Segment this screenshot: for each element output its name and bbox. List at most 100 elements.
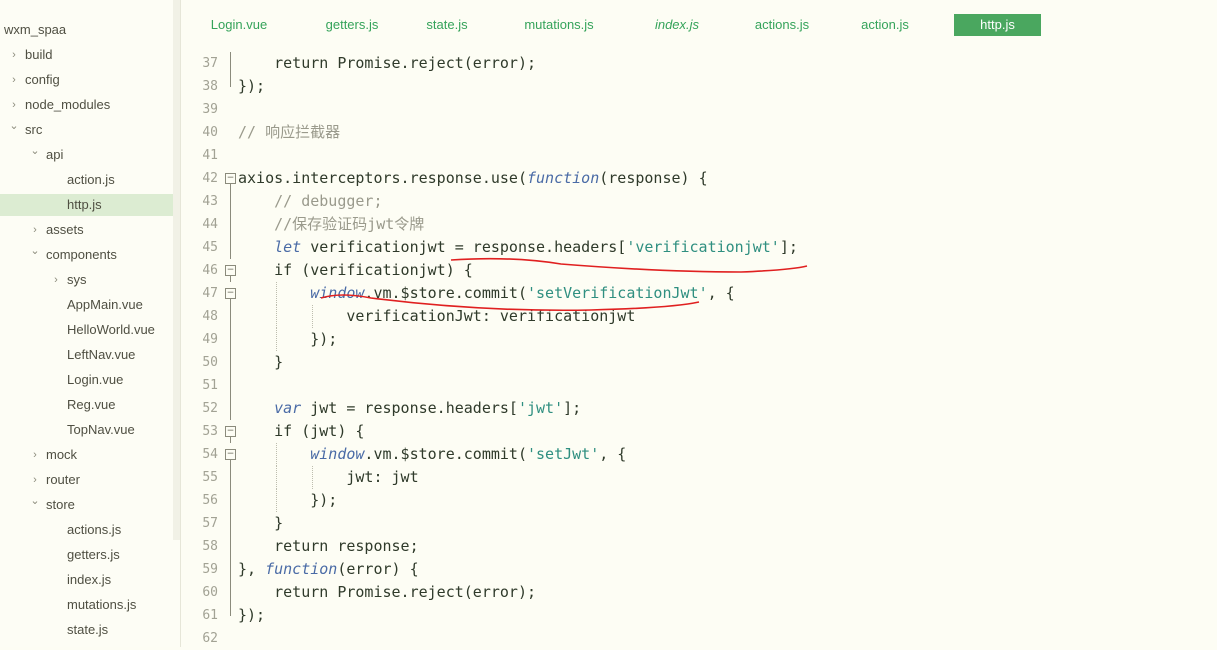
file-item[interactable]: LeftNav.vue [0,344,173,366]
code-line[interactable]: 57} [181,512,1217,535]
file-item[interactable]: Login.vue [0,369,173,391]
file-item[interactable]: AppMain.vue [0,294,173,316]
tab-mutations-js[interactable]: mutations.js [513,14,605,36]
chevron-right-icon[interactable]: › [51,269,61,291]
code-text: jwt: jwt [346,466,418,489]
code-line[interactable]: 44 //保存验证码jwt令牌 [181,213,1217,236]
chevron-right-icon[interactable]: › [9,69,19,91]
code-token: // 响应拦截器 [238,123,341,141]
code-line[interactable]: 37 return Promise.reject(error); [181,52,1217,75]
code-token: .vm.$store.commit( [364,284,527,302]
code-line[interactable]: 51 [181,374,1217,397]
code-editor[interactable]: 37 return Promise.reject(error); 38}); 39 40… [181,50,1217,647]
folder-item[interactable]: ⌄ components [0,244,173,266]
chevron-down-icon[interactable]: ⌄ [30,140,40,162]
code-text: } [274,351,283,374]
chevron-right-icon[interactable]: › [9,44,19,66]
line-number: 58 [202,539,218,554]
folder-item[interactable]: › router [0,469,173,491]
file-item[interactable]: Reg.vue [0,394,173,416]
tab-index-js[interactable]: index.js [643,14,711,36]
file-item[interactable]: index.js [0,569,173,591]
code-line[interactable]: 52 var jwt = response.headers['jwt']; [181,397,1217,420]
fold-range-line [230,512,231,535]
code-line[interactable]: 42− axios.interceptors.response.use(funct… [181,167,1217,190]
code-line[interactable]: 58 return response; [181,535,1217,558]
code-line[interactable]: 60 return Promise.reject(error); [181,581,1217,604]
line-number: 48 [202,309,218,324]
code-line[interactable]: 47− window.vm.$store.commit('setVerificat… [181,282,1217,305]
file-item[interactable]: mutations.js [0,594,173,616]
folder-item[interactable]: ⌄ src [0,119,173,141]
fold-range-line [230,581,231,604]
file-item[interactable]: http.js [0,194,173,216]
fold-range-line [230,328,231,351]
tab-state-js[interactable]: state.js [419,14,475,36]
code-line[interactable]: 49}); [181,328,1217,351]
tab-action-js[interactable]: action.js [848,14,922,36]
chevron-down-icon[interactable]: ⌄ [30,490,40,512]
folder-item[interactable]: › sys [0,269,173,291]
folder-item[interactable]: › config [0,69,173,91]
chevron-down-icon[interactable]: ⌄ [9,115,19,137]
file-item[interactable]: action.js [0,169,173,191]
line-number: 38 [202,79,218,94]
tab-actions-js[interactable]: actions.js [742,14,822,36]
code-line[interactable]: 61}); [181,604,1217,627]
code-token: if (jwt) { [274,422,365,440]
line-number: 53 [202,424,218,439]
line-number: 49 [202,332,218,347]
code-line[interactable]: 40 // 响应拦截器 [181,121,1217,144]
file-item[interactable]: getters.js [0,544,173,566]
tree-item-label: node_modules [25,97,111,112]
code-text: axios.interceptors.response.use(function… [238,167,708,190]
code-line[interactable]: 56}); [181,489,1217,512]
tab-login-vue[interactable]: Login.vue [200,14,278,36]
code-line[interactable]: 41 [181,144,1217,167]
chevron-right-icon[interactable]: › [30,469,40,491]
tab-http-js[interactable]: http.js [954,14,1041,36]
tab-getters-js[interactable]: getters.js [306,14,398,36]
code-token: }); [310,330,338,348]
code-text: }); [310,489,337,512]
sidebar-scrollbar[interactable] [173,0,180,540]
tree-item-label: assets [46,222,84,237]
tree-item-label: index.js [67,572,112,587]
folder-item[interactable]: ⌄ api [0,144,173,166]
line-number: 43 [202,194,218,209]
file-item[interactable]: actions.js [0,519,173,541]
code-token: var [274,399,302,417]
code-token: window [310,284,365,302]
code-line[interactable]: 48 verificationJwt: verificationjwt [181,305,1217,328]
file-item[interactable]: state.js [0,619,173,641]
file-item[interactable]: HelloWorld.vue [0,319,173,341]
folder-item[interactable]: › node_modules [0,94,173,116]
folder-item[interactable]: › build [0,44,173,66]
code-line[interactable]: 43 // debugger; [181,190,1217,213]
code-line[interactable]: 46− if (verificationjwt) { [181,259,1217,282]
indent-guide [276,466,278,489]
code-line[interactable]: 54− window.vm.$store.commit('setJwt', { [181,443,1217,466]
code-line[interactable]: 39 [181,98,1217,121]
chevron-right-icon[interactable]: › [30,444,40,466]
code-token: , { [707,284,735,302]
chevron-down-icon[interactable]: ⌄ [30,240,40,262]
code-line[interactable]: 55 jwt: jwt [181,466,1217,489]
line-number: 51 [202,378,218,393]
code-line[interactable]: 59}, function(error) { [181,558,1217,581]
code-line[interactable]: 53− if (jwt) { [181,420,1217,443]
chevron-right-icon[interactable]: › [9,94,19,116]
folder-item[interactable]: › assets [0,219,173,241]
file-item[interactable]: TopNav.vue [0,419,173,441]
indent-guide [276,443,278,466]
code-line[interactable]: 45 let verificationjwt = response.headers… [181,236,1217,259]
project-root[interactable]: wxm_spaa [0,19,173,41]
tree-item-label: router [46,472,80,487]
code-line[interactable]: 50} [181,351,1217,374]
code-line[interactable]: 38}); [181,75,1217,98]
chevron-right-icon[interactable]: › [30,219,40,241]
code-token: jwt = response.headers[ [301,399,518,417]
folder-item[interactable]: › mock [0,444,173,466]
fold-range-line [230,604,231,616]
folder-item[interactable]: ⌄ store [0,494,173,516]
